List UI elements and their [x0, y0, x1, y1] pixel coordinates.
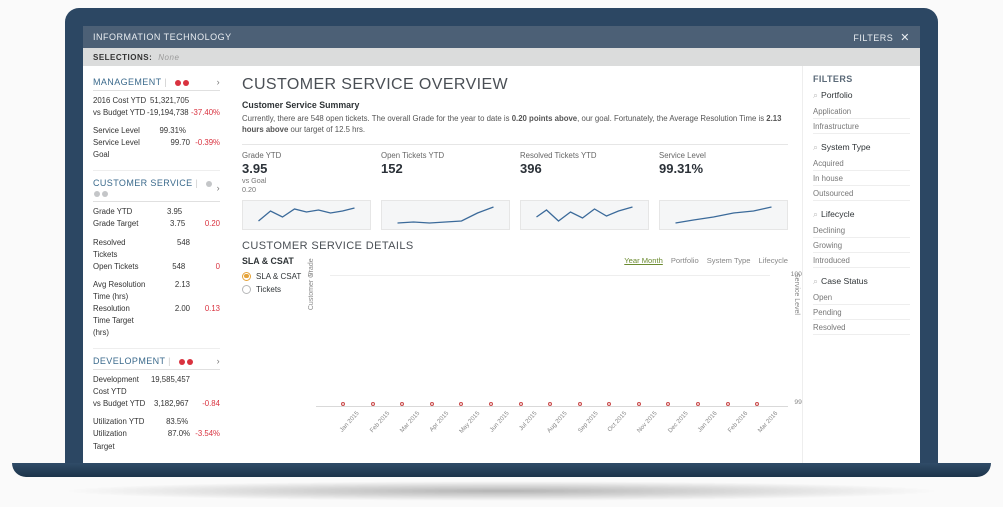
filter-item[interactable]: Open	[813, 290, 910, 305]
filter-group-title: Lifecycle	[813, 209, 910, 220]
kv-row: Grade YTD3.95	[93, 206, 220, 218]
x-tick: Apr 2015	[428, 410, 450, 433]
kpi-service-level: Service Level 99.31%	[659, 151, 788, 194]
kv-row: Grade Target3.750.20	[93, 218, 220, 230]
kv-row: Resolution Time Target (hrs)2.000.13	[93, 303, 220, 339]
chart-tabs: Year Month Portfolio System Type Lifecyc…	[316, 256, 788, 265]
radio-tickets[interactable]: Tickets	[242, 285, 306, 294]
details-subtitle: SLA & CSAT	[242, 256, 306, 266]
kv-row: 2016 Cost YTD51,321,705	[93, 95, 220, 107]
x-tick: Jun 2015	[489, 410, 511, 434]
summary-title: Customer Service Summary	[242, 100, 788, 110]
details-title: CUSTOMER SERVICE DETAILS	[242, 240, 788, 252]
kv-row: Open Tickets5480	[93, 261, 220, 273]
bar-chart: Customer Grade Service Level 5 100% 99%	[316, 267, 788, 407]
x-tick: Sep 2015	[576, 410, 599, 434]
kv-row: vs Budget YTD3,182,967-0.84	[93, 398, 220, 410]
sparkline-open	[381, 200, 510, 230]
chevron-right-icon: ›	[217, 356, 220, 366]
kv-row: vs Budget YTD-19,194,738-37.40%	[93, 107, 220, 119]
kv-row: Service Level Goal99.70-0.39%	[93, 137, 220, 161]
page-title: CUSTOMER SERVICE OVERVIEW	[242, 76, 788, 94]
x-tick: Feb 2015	[368, 410, 391, 434]
kv-row: Utilization YTD83.5%	[93, 416, 220, 428]
x-tick: Oct 2015	[606, 410, 628, 433]
selections-value: None	[158, 53, 179, 62]
kv-row: Development Cost YTD19,585,457	[93, 374, 220, 398]
top-bar: INFORMATION TECHNOLOGY FILTERS ✕	[83, 26, 920, 48]
kpi-resolved: Resolved Tickets YTD 396	[520, 151, 649, 194]
app-title: INFORMATION TECHNOLOGY	[93, 32, 232, 42]
filter-group: System Type AcquiredIn houseOutsourced	[813, 142, 910, 201]
radio-sla-csat[interactable]: SLA & CSAT	[242, 272, 306, 281]
filter-item[interactable]: Application	[813, 104, 910, 119]
filter-item[interactable]: Infrastructure	[813, 119, 910, 134]
filter-item[interactable]: Declining	[813, 223, 910, 238]
x-tick: Mar 2016	[757, 410, 780, 434]
filter-item[interactable]: Resolved	[813, 320, 910, 335]
filters-panel: FILTERS Portfolio ApplicationInfrastructu…	[802, 66, 920, 468]
filter-item[interactable]: Introduced	[813, 253, 910, 268]
filters-title: FILTERS	[813, 74, 910, 84]
summary-text: Currently, there are 548 open tickets. T…	[242, 113, 788, 136]
x-tick: Jan 2016	[697, 410, 719, 434]
x-tick: Mar 2015	[398, 410, 421, 434]
sparkline-resolved	[520, 200, 649, 230]
kv-row: Resolved Tickets548	[93, 237, 220, 261]
kv-row: Avg Resolution Time (hrs)2.13	[93, 279, 220, 303]
filter-item[interactable]: In house	[813, 171, 910, 186]
sparkline-grade	[242, 200, 371, 230]
filter-group-title: System Type	[813, 142, 910, 153]
filter-item[interactable]: Growing	[813, 238, 910, 253]
panel-management[interactable]: MANAGEMENT | ›	[93, 72, 220, 91]
filter-group-title: Case Status	[813, 276, 910, 287]
x-tick: Dec 2015	[667, 410, 690, 434]
x-tick: Jan 2015	[339, 410, 361, 434]
filters-toggle[interactable]: FILTERS ✕	[853, 31, 910, 44]
panel-development[interactable]: DEVELOPMENT | ›	[93, 351, 220, 370]
x-tick: May 2015	[458, 410, 481, 435]
filter-group: Case Status OpenPendingResolved	[813, 276, 910, 335]
sparkline-sl	[659, 200, 788, 230]
panel-customer-service[interactable]: CUSTOMER SERVICE | ›	[93, 173, 220, 202]
kpi-grade: Grade YTD 3.95 vs Goal 0.20	[242, 151, 371, 194]
kpi-row: Grade YTD 3.95 vs Goal 0.20 Open Tickets…	[242, 144, 788, 194]
x-tick: Nov 2015	[636, 410, 659, 434]
left-panels: MANAGEMENT | › 2016 Cost YTD51,321,705vs…	[83, 66, 228, 468]
x-tick: Jul 2015	[517, 410, 538, 432]
app-screen: INFORMATION TECHNOLOGY FILTERS ✕ SELECTI…	[83, 26, 920, 468]
filter-group: Lifecycle DecliningGrowingIntroduced	[813, 209, 910, 268]
chevron-right-icon: ›	[217, 77, 220, 87]
filter-item[interactable]: Acquired	[813, 156, 910, 171]
selections-bar: SELECTIONS: None	[83, 48, 920, 66]
kv-row: Service Level99.31%	[93, 125, 220, 137]
tab-lifecycle[interactable]: Lifecycle	[758, 256, 788, 265]
main-content: CUSTOMER SERVICE OVERVIEW Customer Servi…	[228, 66, 802, 468]
tab-portfolio[interactable]: Portfolio	[671, 256, 699, 265]
kpi-open: Open Tickets YTD 152	[381, 151, 510, 194]
tab-year-month[interactable]: Year Month	[624, 256, 663, 265]
tab-system-type[interactable]: System Type	[707, 256, 751, 265]
close-icon[interactable]: ✕	[900, 32, 910, 44]
chevron-right-icon: ›	[217, 183, 220, 193]
x-tick: Aug 2015	[546, 410, 569, 434]
filter-group-title: Portfolio	[813, 90, 910, 101]
filter-item[interactable]: Pending	[813, 305, 910, 320]
filter-item[interactable]: Outsourced	[813, 186, 910, 201]
kv-row: Utilization Target87.0%-3.54%	[93, 428, 220, 452]
filter-group: Portfolio ApplicationInfrastructure	[813, 90, 910, 134]
x-tick: Feb 2016	[726, 410, 749, 434]
